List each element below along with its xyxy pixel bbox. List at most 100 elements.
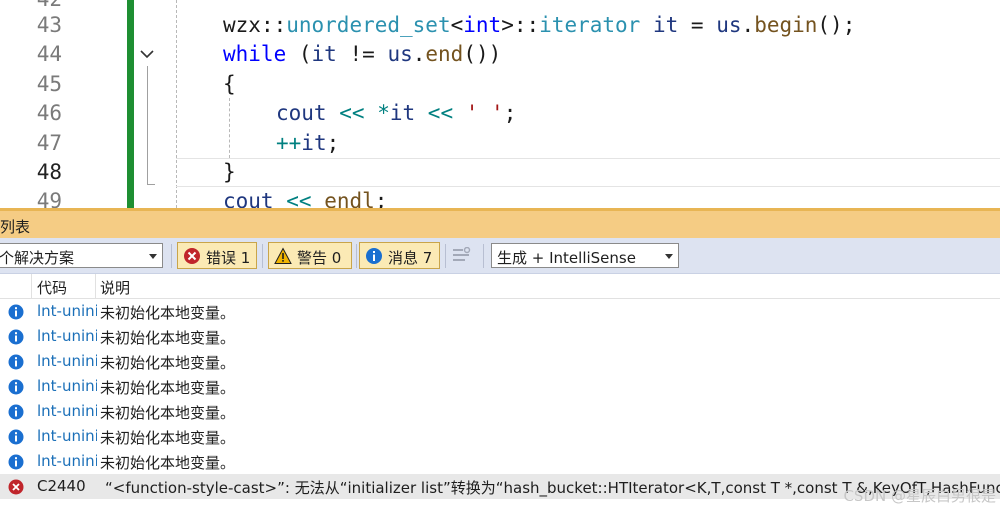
code-editor[interactable]: 42 43 44 45 46 47 48 49 wzx::unordered_s… (0, 0, 1000, 208)
errors-count-label: 错误 1 (206, 249, 251, 267)
table-row[interactable]: lnt-uninit 未初始化本地变量。 (0, 299, 1000, 324)
variable: it (389, 101, 416, 125)
error-icon (184, 248, 200, 264)
code-line-45[interactable]: { (223, 70, 236, 99)
line-number-gutter: 42 43 44 45 46 47 48 49 (0, 0, 126, 208)
function-call: end (425, 42, 464, 66)
table-row[interactable]: lnt-uninit 未初始化本地变量。 (0, 449, 1000, 474)
panel-title: 列表 (0, 218, 31, 236)
indent-guide (229, 98, 230, 158)
current-line-highlight (176, 158, 1000, 187)
column-header-description[interactable]: 说明 (100, 277, 130, 298)
row-code[interactable]: lnt-uninit (37, 302, 97, 320)
template-arg: int (463, 13, 502, 37)
operator: << (427, 101, 454, 125)
info-icon (8, 304, 24, 320)
toolbar-separator (262, 244, 263, 268)
column-separator (31, 274, 32, 299)
semicolon: ; (503, 101, 517, 125)
function-call: begin (754, 13, 818, 37)
namespace: wzx (223, 13, 261, 37)
variable: it (652, 13, 679, 37)
info-icon (8, 404, 24, 420)
table-row[interactable]: lnt-uninit 未初始化本地变量。 (0, 424, 1000, 449)
variable: cout (223, 189, 274, 208)
semicolon: ; (374, 189, 388, 208)
row-description: 未初始化本地变量。 (100, 429, 236, 447)
table-row[interactable]: lnt-uninit 未初始化本地变量。 (0, 349, 1000, 374)
row-code[interactable]: C2440 (37, 477, 97, 495)
angle-open: < (450, 13, 464, 37)
row-description: 未初始化本地变量。 (100, 404, 236, 422)
operator: << (286, 189, 312, 208)
row-code[interactable]: lnt-uninit (37, 452, 97, 470)
punctuation: ()) (463, 42, 502, 66)
line-number: 45 (36, 72, 62, 96)
function-call: endl (324, 189, 375, 208)
toolbar-separator (171, 244, 172, 268)
current-line-number: 48 (36, 160, 62, 184)
filter-icon[interactable] (452, 246, 472, 269)
build-dropdown-value: 生成 + IntelliSense (497, 249, 636, 267)
line-number: 46 (36, 101, 62, 125)
code-line-46[interactable]: cout << *it << ' '; (276, 99, 516, 128)
angle-close: > (501, 13, 514, 37)
watermark: CSDN @星辰白男很是 (843, 487, 996, 505)
fold-region-line (147, 66, 148, 184)
type-name: unordered_set (286, 13, 451, 37)
panel-title-bar[interactable]: 列表 (0, 208, 1000, 238)
column-header-code[interactable]: 代码 (37, 277, 67, 298)
operator: != (349, 42, 375, 66)
operator: << (339, 101, 365, 125)
operator: ++ (276, 131, 302, 155)
table-row[interactable]: lnt-uninit 未初始化本地变量。 (0, 374, 1000, 399)
code-line-44[interactable]: while (it != us.end()) (223, 40, 501, 69)
warnings-count-label: 警告 0 (297, 249, 342, 267)
scope-dropdown[interactable]: 个解决方案 (0, 243, 163, 268)
punctuation: (); (817, 13, 856, 37)
code-line-43[interactable]: wzx::unordered_set<int>::iterator it = u… (223, 11, 855, 40)
line-number: 49 (36, 189, 62, 208)
messages-count-label: 消息 7 (388, 249, 433, 267)
operator: * (377, 101, 390, 125)
warning-icon (274, 247, 292, 264)
semicolon: ; (326, 131, 340, 155)
toolbar-separator (483, 244, 484, 268)
fold-collapse-icon[interactable] (138, 44, 156, 64)
messages-filter-button[interactable]: 消息 7 (359, 242, 440, 269)
code-line-49[interactable]: cout << endl; (223, 187, 387, 208)
change-tracking-bar (127, 0, 134, 208)
row-description: 未初始化本地变量。 (100, 354, 236, 372)
warnings-filter-button[interactable]: 警告 0 (268, 242, 352, 269)
type-name: iterator (539, 13, 641, 37)
error-list-panel: 列表 个解决方案 错误 1 警告 0 消息 7 生成 + IntelliSens… (0, 208, 1000, 508)
variable: it (301, 131, 327, 155)
line-number: 44 (36, 42, 62, 66)
chevron-down-icon (665, 254, 673, 259)
toolbar-separator (445, 244, 446, 268)
error-list-header: 代码 说明 (0, 274, 1000, 299)
errors-filter-button[interactable]: 错误 1 (177, 242, 257, 269)
scope-op: :: (260, 13, 287, 37)
row-code[interactable]: lnt-uninit (37, 327, 97, 345)
row-code[interactable]: lnt-uninit (37, 427, 97, 445)
table-row[interactable]: lnt-uninit 未初始化本地变量。 (0, 324, 1000, 349)
line-number: 43 (36, 13, 62, 37)
fold-region-end (147, 184, 155, 185)
string-literal: ' ' (465, 101, 504, 125)
row-description: 未初始化本地变量。 (100, 304, 236, 322)
error-icon (8, 479, 24, 495)
build-intellisense-dropdown[interactable]: 生成 + IntelliSense (491, 243, 679, 268)
table-row[interactable]: lnt-uninit 未初始化本地变量。 (0, 399, 1000, 424)
code-line-48[interactable]: } (223, 158, 236, 187)
row-code[interactable]: lnt-uninit (37, 402, 97, 420)
code-line-47[interactable]: ++it; (276, 129, 339, 158)
row-code[interactable]: lnt-uninit (37, 377, 97, 395)
operator: = (690, 13, 704, 37)
scope-op: :: (513, 13, 540, 37)
info-icon (8, 379, 24, 395)
chevron-down-icon (149, 254, 157, 259)
row-code[interactable]: lnt-uninit (37, 352, 97, 370)
paren-open: ( (298, 42, 312, 66)
variable: us (387, 42, 413, 66)
